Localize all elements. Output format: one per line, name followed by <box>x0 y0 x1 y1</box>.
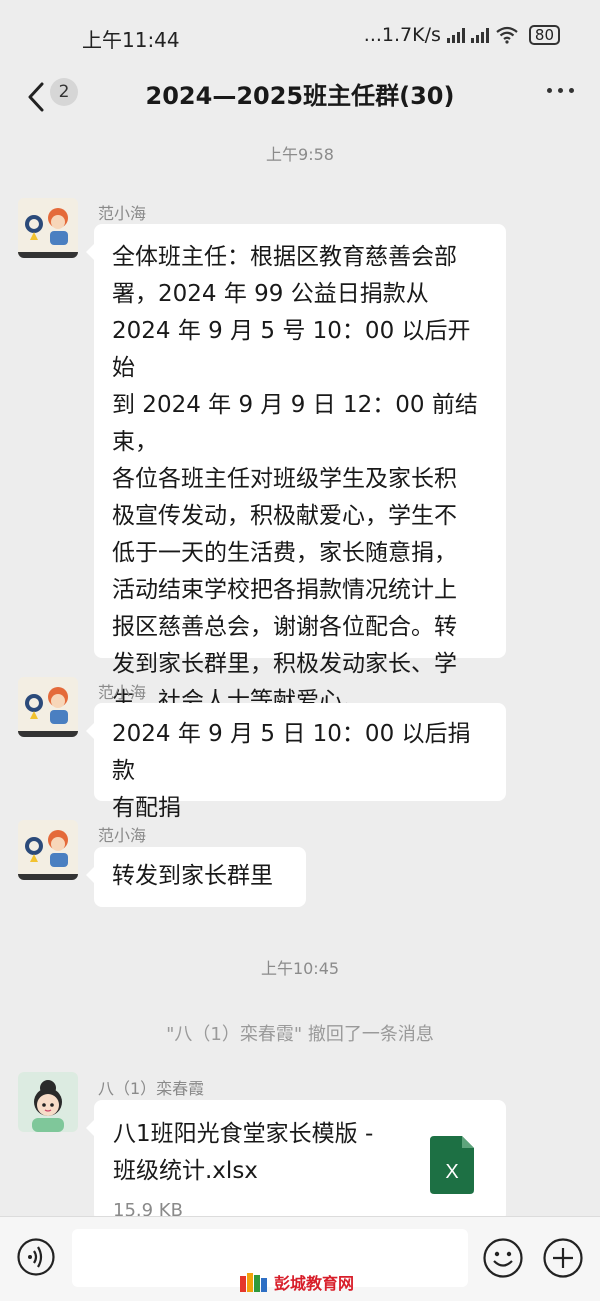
message-line: 2024 年 9 月 5 日 10：00 以后捐款 <box>112 721 471 784</box>
sender-name: 范小海 <box>98 683 147 702</box>
message-line: 各位各班主任对班级学生及家长积 <box>112 466 457 492</box>
message-line: 活动结束学校把各捐款情况统计上 <box>112 577 457 603</box>
avatar[interactable] <box>18 198 78 258</box>
girl-avatar-icon <box>18 1072 78 1132</box>
emoji-icon[interactable] <box>482 1237 524 1279</box>
battery-icon: 80 <box>528 25 560 45</box>
cartoon-avatar-icon <box>18 820 78 880</box>
message-line: 报区慈善总会，谢谢各位配合。转 <box>112 614 457 640</box>
message-text: 转发到家长群里 <box>112 863 273 889</box>
plus-icon[interactable] <box>542 1237 584 1279</box>
sender-name: 范小海 <box>98 826 147 845</box>
voice-input-icon[interactable] <box>16 1237 56 1277</box>
message-bubble[interactable]: 转发到家长群里 <box>86 847 306 907</box>
signal-icon <box>446 27 465 43</box>
timestamp: 上午10:45 <box>260 959 340 978</box>
avatar[interactable] <box>18 1072 78 1132</box>
timestamp: 上午9:58 <box>266 145 334 164</box>
message-line: 极宣传发动，积极献爱心，学生不 <box>112 503 457 529</box>
watermark: 彭城教育网 <box>240 1270 354 1294</box>
chat-title: 2024—2025班主任群(30) <box>145 82 455 110</box>
status-bar: 上午11:44 ...1.7K/s 80 <box>0 0 600 70</box>
avatar[interactable] <box>18 677 78 737</box>
cartoon-avatar-icon <box>18 677 78 737</box>
message-line: 到 2024 年 9 月 9 日 12：00 前结束， <box>112 392 478 455</box>
file-name-line: 班级统计.xlsx <box>113 1158 258 1184</box>
status-indicators: ...1.7K/s 80 <box>364 24 560 46</box>
network-speed: ...1.7K/s <box>363 24 441 46</box>
sender-name: 范小海 <box>98 204 147 223</box>
wifi-icon <box>496 26 518 44</box>
message-line: 低于一天的生活费，家长随意捐， <box>112 540 457 566</box>
watermark-text: 彭城教育网 <box>274 1274 355 1293</box>
svg-text:X: X <box>445 1161 458 1183</box>
message-line: 署，2024 年 99 公益日捐款从 <box>112 281 429 307</box>
message-line: 2024 年 9 月 5 号 10：00 以后开始 <box>112 318 471 381</box>
status-time: 上午11:44 <box>82 28 180 52</box>
message-bubble[interactable]: 全体班主任：根据区教育慈善会部 署，2024 年 99 公益日捐款从 2024 … <box>86 224 506 714</box>
file-name-line: 八1班阳光食堂家长模版 - <box>113 1121 374 1147</box>
message-line: 全体班主任：根据区教育慈善会部 <box>112 244 457 270</box>
message-line: 发到家长群里，积极发动家长、学 <box>112 651 457 677</box>
avatar[interactable] <box>18 820 78 880</box>
message-line: 有配捐 <box>112 795 181 821</box>
books-logo-icon <box>240 1273 267 1292</box>
excel-file-icon: X <box>430 1136 474 1194</box>
more-options-icon[interactable] <box>547 88 574 93</box>
cartoon-avatar-icon <box>18 198 78 258</box>
file-message-bubble[interactable]: 八1班阳光食堂家长模版 - 班级统计.xlsx 15.9 KB X <box>86 1100 506 1222</box>
signal-icon-2 <box>470 27 489 43</box>
sender-name: 八（1）栾春霞 <box>98 1079 205 1098</box>
file-name: 八1班阳光食堂家长模版 - 班级统计.xlsx <box>113 1116 403 1190</box>
recall-notice: "八（1）栾春霞" 撤回了一条消息 <box>166 1024 434 1045</box>
message-bubble[interactable]: 2024 年 9 月 5 日 10：00 以后捐款 有配捐 <box>86 703 506 821</box>
